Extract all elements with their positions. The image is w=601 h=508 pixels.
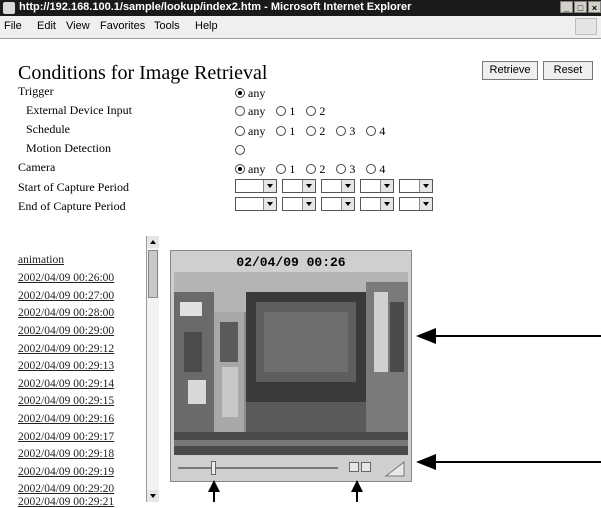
annotation-arrow-controls — [416, 454, 601, 470]
annotation-arrow-slider — [208, 480, 220, 502]
annotation-arrows — [208, 328, 601, 502]
annotation-arrow-buttons — [351, 480, 363, 502]
annotation-arrow-image — [416, 328, 601, 344]
